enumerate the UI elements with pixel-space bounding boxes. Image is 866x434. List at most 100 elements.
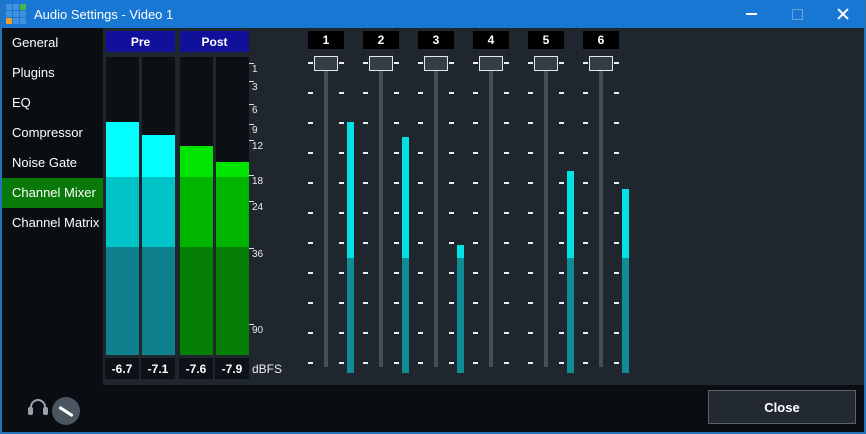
scale-tick-label: 9 [249, 124, 258, 136]
post-meter-bar-1 [180, 57, 213, 355]
meter-fill-segment [216, 162, 249, 177]
channel-meter-5 [567, 171, 574, 258]
channel-tick [614, 362, 619, 364]
channel-tick [614, 152, 619, 154]
channel-tick [363, 362, 368, 364]
channel-tick [504, 302, 509, 304]
channel-meter-6 [622, 189, 629, 258]
channel-tick [418, 152, 423, 154]
meter-fill-segment [142, 135, 175, 177]
channel-tick [583, 212, 588, 214]
channel-tick [363, 242, 368, 244]
app-logo-icon [6, 4, 26, 24]
channel-tick [418, 182, 423, 184]
sidebar-item-noise-gate[interactable]: Noise Gate [2, 148, 103, 178]
titlebar-close-button[interactable] [820, 0, 866, 28]
channel-header-5: 5 [528, 31, 564, 49]
channel-tick [339, 302, 344, 304]
channel-tick [614, 332, 619, 334]
channel-tick [308, 332, 313, 334]
channel-tick [528, 182, 533, 184]
meter-fill-segment [216, 247, 249, 355]
channel-tick [339, 272, 344, 274]
scale-tick-line [249, 201, 254, 202]
channel-tick [614, 182, 619, 184]
channel-tick [339, 122, 344, 124]
channel-tick [528, 152, 533, 154]
channel-tick [339, 332, 344, 334]
pre-readout-2: -7.1 [141, 358, 175, 379]
channel-tick [504, 62, 509, 64]
channel-tick [583, 362, 588, 364]
channel-meter-2 [402, 137, 409, 258]
channel-slider-handle-1[interactable] [314, 56, 338, 71]
scale-tick-label: 90 [249, 324, 263, 336]
close-button[interactable]: Close [708, 390, 856, 424]
sidebar-item-eq[interactable]: EQ [2, 88, 103, 118]
scale-tick-label: 1 [249, 63, 258, 75]
channel-slider-handle-6[interactable] [589, 56, 613, 71]
channel-tick [473, 212, 478, 214]
headphone-volume-knob[interactable] [52, 397, 80, 425]
scale-tick-line [249, 81, 254, 82]
meter-group-label-post: Post [180, 31, 249, 52]
maximize-icon [792, 9, 803, 20]
channel-tick [339, 182, 344, 184]
channel-tick [363, 212, 368, 214]
channel-tick [559, 62, 564, 64]
sidebar-item-plugins[interactable]: Plugins [2, 58, 103, 88]
channel-tick [363, 92, 368, 94]
channel-tick [583, 332, 588, 334]
scale-tick-label: 3 [249, 81, 258, 93]
scale-mark-24: 24 [249, 201, 263, 213]
channel-tick [308, 212, 313, 214]
channel-tick [449, 182, 454, 184]
channel-slider-handle-3[interactable] [424, 56, 448, 71]
channel-slider-handle-2[interactable] [369, 56, 393, 71]
channel-tick [504, 152, 509, 154]
channel-meter-1 [347, 122, 354, 258]
channel-tick [583, 122, 588, 124]
channel-tick [528, 362, 533, 364]
channel-slider-track-2[interactable] [379, 70, 383, 367]
sidebar-item-compressor[interactable]: Compressor [2, 118, 103, 148]
channel-tick [559, 272, 564, 274]
channel-slider-track-3[interactable] [434, 70, 438, 367]
channel-meter-1 [347, 258, 354, 373]
sidebar-item-general[interactable]: General [2, 28, 103, 58]
channel-slider-track-1[interactable] [324, 70, 328, 367]
footer-bar: Close [2, 385, 864, 432]
meter-fill-segment [106, 122, 139, 177]
channel-meter-3 [457, 258, 464, 373]
channel-slider-handle-4[interactable] [479, 56, 503, 71]
channel-tick [449, 122, 454, 124]
channel-slider-handle-5[interactable] [534, 56, 558, 71]
channel-slider-track-5[interactable] [544, 70, 548, 367]
channel-tick [418, 362, 423, 364]
meter-fill-segment [216, 177, 249, 247]
scale-tick-label: 6 [249, 104, 258, 116]
channel-tick [449, 302, 454, 304]
sidebar-item-channel-matrix[interactable]: Channel Matrix [2, 208, 103, 238]
scale-mark-90: 90 [249, 324, 263, 336]
channel-tick [504, 242, 509, 244]
meter-fill-segment [180, 247, 213, 355]
channel-slider-track-6[interactable] [599, 70, 603, 367]
maximize-button[interactable] [774, 0, 820, 28]
scale-mark-36: 36 [249, 248, 263, 260]
channel-tick [394, 272, 399, 274]
channel-tick [449, 242, 454, 244]
knob-pointer-icon [58, 406, 73, 417]
scale-tick-line [249, 63, 254, 64]
meter-fill-segment [180, 177, 213, 247]
sidebar-item-channel-mixer[interactable]: Channel Mixer [2, 178, 103, 208]
minimize-button[interactable] [728, 0, 774, 28]
scale-tick-line [249, 175, 254, 176]
channel-tick [528, 332, 533, 334]
channel-slider-track-4[interactable] [489, 70, 493, 367]
channel-tick [614, 302, 619, 304]
meter-fill-segment [180, 146, 213, 177]
channel-tick [528, 272, 533, 274]
channel-tick [559, 152, 564, 154]
meter-group-label-pre: Pre [106, 31, 175, 52]
